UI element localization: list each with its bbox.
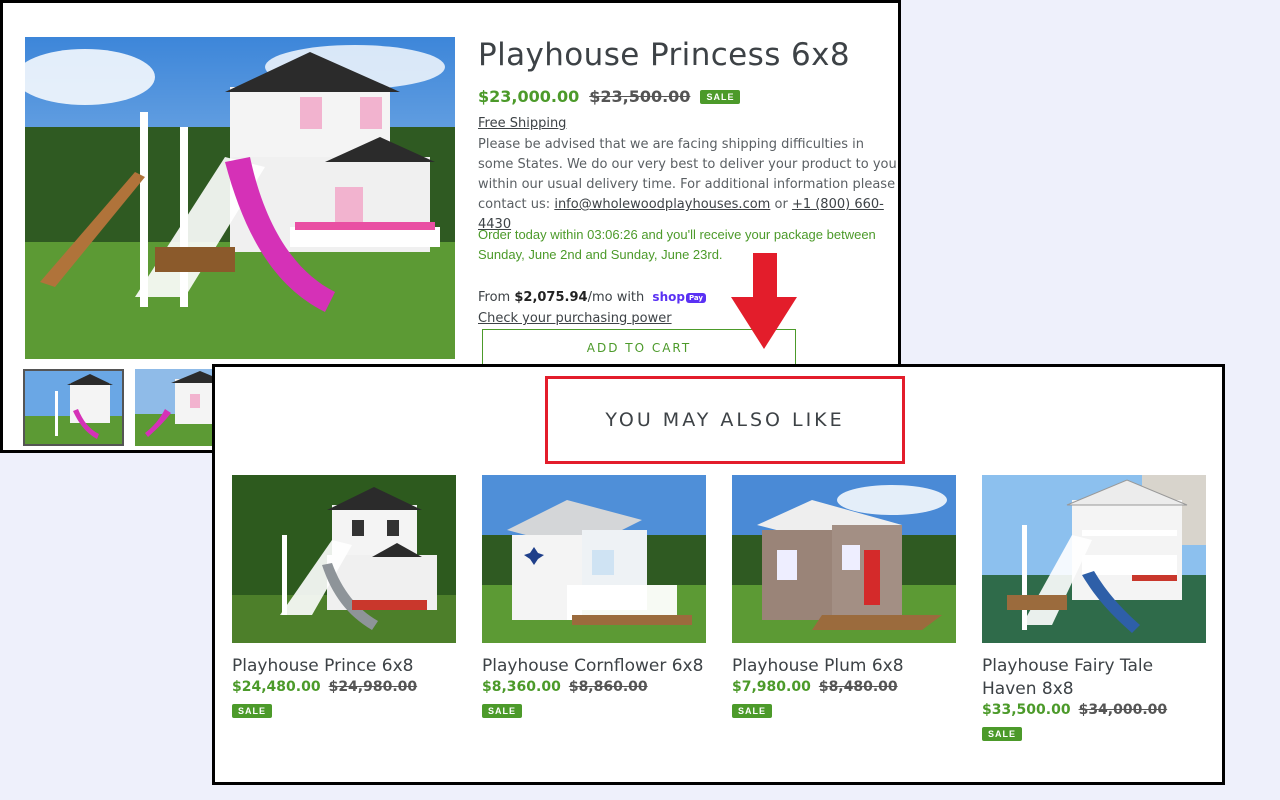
per-month-text: /mo with — [587, 290, 645, 305]
product-card-sale-price: $33,500.00 — [982, 702, 1071, 718]
product-card[interactable]: Playhouse Fairy Tale Haven 8x8 $33,500.0… — [982, 475, 1206, 742]
email-link[interactable]: info@wholewoodplayhouses.com — [554, 197, 770, 212]
recommendations-heading: YOU MAY ALSO LIKE — [605, 409, 845, 431]
product-card-name[interactable]: Playhouse Cornflower 6x8 — [482, 655, 706, 678]
product-card-image[interactable] — [232, 475, 456, 643]
sale-badge: SALE — [732, 704, 773, 718]
product-card-original-price: $8,480.00 — [818, 679, 898, 695]
product-card[interactable]: Playhouse Cornflower 6x8 $8,360.00 $8,86… — [482, 475, 706, 719]
product-card-image[interactable] — [732, 475, 956, 643]
product-card-name[interactable]: Playhouse Prince 6x8 — [232, 655, 456, 678]
product-original-price: $23,500.00 — [589, 87, 691, 106]
check-purchasing-power-link[interactable]: Check your purchasing power — [478, 311, 672, 326]
from-prefix: From — [478, 290, 511, 305]
free-shipping-link[interactable]: Free Shipping — [478, 116, 566, 131]
sale-badge: SALE — [482, 704, 523, 718]
sale-badge: SALE — [232, 704, 273, 718]
product-card-prices: $7,980.00 $8,480.00 — [732, 679, 956, 695]
installment-amount: $2,075.94 — [514, 290, 588, 305]
installment-row: From $2,075.94/mo with shop Pay — [478, 290, 706, 305]
product-card-prices: $8,360.00 $8,860.00 — [482, 679, 706, 695]
product-card-original-price: $8,860.00 — [568, 679, 648, 695]
heading-highlight-box: YOU MAY ALSO LIKE — [545, 376, 905, 464]
product-card-image[interactable] — [982, 475, 1206, 643]
product-sale-price: $23,000.00 — [478, 87, 580, 106]
shop-pay-logo: shop Pay — [652, 290, 706, 304]
delivery-estimate: Order today within 03:06:26 and you'll r… — [478, 227, 876, 262]
pay-pill: Pay — [685, 293, 706, 303]
product-card-sale-price: $24,480.00 — [232, 679, 321, 695]
product-card-prices: $24,480.00 $24,980.00 — [232, 679, 456, 695]
shop-brand-text: shop — [652, 290, 685, 304]
red-arrow-down-icon — [731, 253, 797, 349]
product-thumbnail-1[interactable] — [23, 369, 124, 446]
product-card-original-price: $24,980.00 — [328, 679, 418, 695]
product-card[interactable]: Playhouse Plum 6x8 $7,980.00 $8,480.00 S… — [732, 475, 956, 719]
product-main-image[interactable] — [25, 37, 455, 359]
product-card-name[interactable]: Playhouse Plum 6x8 — [732, 655, 956, 678]
shipping-advisory: Please be advised that we are facing shi… — [478, 135, 898, 235]
product-card-original-price: $34,000.00 — [1078, 702, 1168, 718]
product-card[interactable]: Playhouse Prince 6x8 $24,480.00 $24,980.… — [232, 475, 456, 719]
product-card-sale-price: $8,360.00 — [482, 679, 561, 695]
product-card-image[interactable] — [482, 475, 706, 643]
product-title: Playhouse Princess 6x8 — [478, 37, 851, 73]
sale-badge: SALE — [982, 727, 1023, 741]
product-card-prices: $33,500.00 $34,000.00 — [982, 702, 1206, 718]
product-card-sale-price: $7,980.00 — [732, 679, 811, 695]
sale-badge: SALE — [700, 89, 741, 104]
or-text: or — [774, 197, 788, 212]
product-price-row: $23,000.00 $23,500.00 SALE — [478, 87, 741, 106]
product-card-name[interactable]: Playhouse Fairy Tale Haven 8x8 — [982, 655, 1206, 701]
recommendations-panel: YOU MAY ALSO LIKE Playhouse Prince 6x8 $… — [212, 364, 1225, 785]
